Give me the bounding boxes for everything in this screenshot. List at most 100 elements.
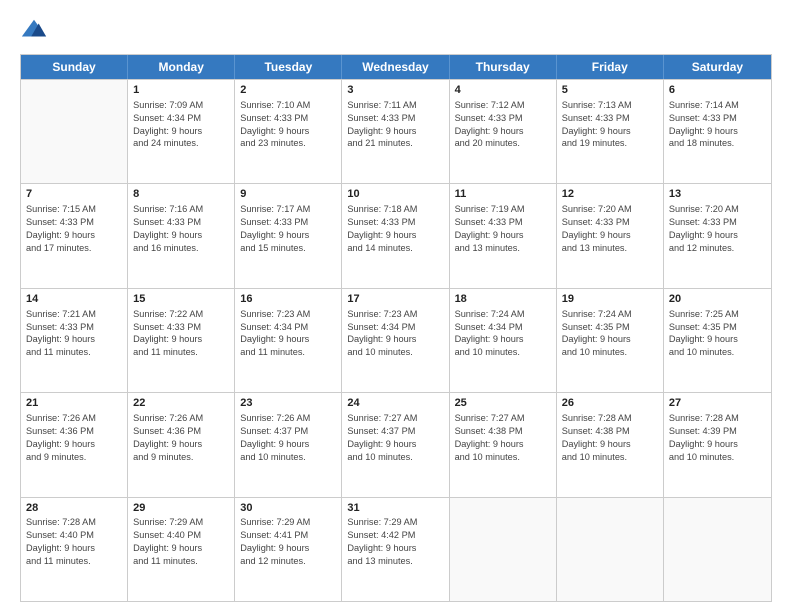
day-number: 7 [26,187,122,202]
cal-cell: 29Sunrise: 7:29 AMSunset: 4:40 PMDayligh… [128,498,235,601]
cal-cell: 2Sunrise: 7:10 AMSunset: 4:33 PMDaylight… [235,80,342,183]
logo [20,16,52,44]
day-info: Sunrise: 7:18 AMSunset: 4:33 PMDaylight:… [347,203,443,255]
cal-cell: 23Sunrise: 7:26 AMSunset: 4:37 PMDayligh… [235,393,342,496]
header [20,16,772,44]
page: SundayMondayTuesdayWednesdayThursdayFrid… [0,0,792,612]
cal-cell: 24Sunrise: 7:27 AMSunset: 4:37 PMDayligh… [342,393,449,496]
day-info: Sunrise: 7:19 AMSunset: 4:33 PMDaylight:… [455,203,551,255]
calendar: SundayMondayTuesdayWednesdayThursdayFrid… [20,54,772,602]
day-number: 17 [347,292,443,307]
day-info: Sunrise: 7:26 AMSunset: 4:37 PMDaylight:… [240,412,336,464]
day-info: Sunrise: 7:17 AMSunset: 4:33 PMDaylight:… [240,203,336,255]
day-info: Sunrise: 7:29 AMSunset: 4:40 PMDaylight:… [133,516,229,568]
day-info: Sunrise: 7:28 AMSunset: 4:38 PMDaylight:… [562,412,658,464]
day-number: 28 [26,501,122,516]
cal-cell: 19Sunrise: 7:24 AMSunset: 4:35 PMDayligh… [557,289,664,392]
cal-cell: 27Sunrise: 7:28 AMSunset: 4:39 PMDayligh… [664,393,771,496]
cal-cell: 14Sunrise: 7:21 AMSunset: 4:33 PMDayligh… [21,289,128,392]
header-cell-sunday: Sunday [21,55,128,79]
day-info: Sunrise: 7:23 AMSunset: 4:34 PMDaylight:… [347,308,443,360]
day-number: 2 [240,83,336,98]
day-number: 30 [240,501,336,516]
day-number: 16 [240,292,336,307]
day-info: Sunrise: 7:25 AMSunset: 4:35 PMDaylight:… [669,308,766,360]
cal-cell: 31Sunrise: 7:29 AMSunset: 4:42 PMDayligh… [342,498,449,601]
day-number: 5 [562,83,658,98]
day-number: 1 [133,83,229,98]
cal-cell: 5Sunrise: 7:13 AMSunset: 4:33 PMDaylight… [557,80,664,183]
week-row-4: 21Sunrise: 7:26 AMSunset: 4:36 PMDayligh… [21,392,771,496]
day-info: Sunrise: 7:21 AMSunset: 4:33 PMDaylight:… [26,308,122,360]
day-number: 14 [26,292,122,307]
cal-cell: 18Sunrise: 7:24 AMSunset: 4:34 PMDayligh… [450,289,557,392]
cal-cell [664,498,771,601]
day-number: 15 [133,292,229,307]
calendar-body: 1Sunrise: 7:09 AMSunset: 4:34 PMDaylight… [21,79,771,601]
day-info: Sunrise: 7:24 AMSunset: 4:34 PMDaylight:… [455,308,551,360]
day-info: Sunrise: 7:24 AMSunset: 4:35 PMDaylight:… [562,308,658,360]
week-row-2: 7Sunrise: 7:15 AMSunset: 4:33 PMDaylight… [21,183,771,287]
day-info: Sunrise: 7:15 AMSunset: 4:33 PMDaylight:… [26,203,122,255]
week-row-5: 28Sunrise: 7:28 AMSunset: 4:40 PMDayligh… [21,497,771,601]
week-row-3: 14Sunrise: 7:21 AMSunset: 4:33 PMDayligh… [21,288,771,392]
day-number: 24 [347,396,443,411]
day-info: Sunrise: 7:23 AMSunset: 4:34 PMDaylight:… [240,308,336,360]
cal-cell: 9Sunrise: 7:17 AMSunset: 4:33 PMDaylight… [235,184,342,287]
day-info: Sunrise: 7:26 AMSunset: 4:36 PMDaylight:… [26,412,122,464]
cal-cell: 17Sunrise: 7:23 AMSunset: 4:34 PMDayligh… [342,289,449,392]
cal-cell: 4Sunrise: 7:12 AMSunset: 4:33 PMDaylight… [450,80,557,183]
day-number: 23 [240,396,336,411]
cal-cell: 6Sunrise: 7:14 AMSunset: 4:33 PMDaylight… [664,80,771,183]
cal-cell: 12Sunrise: 7:20 AMSunset: 4:33 PMDayligh… [557,184,664,287]
cal-cell [21,80,128,183]
header-cell-monday: Monday [128,55,235,79]
day-number: 12 [562,187,658,202]
cal-cell: 30Sunrise: 7:29 AMSunset: 4:41 PMDayligh… [235,498,342,601]
day-number: 19 [562,292,658,307]
day-number: 27 [669,396,766,411]
day-info: Sunrise: 7:26 AMSunset: 4:36 PMDaylight:… [133,412,229,464]
day-number: 10 [347,187,443,202]
week-row-1: 1Sunrise: 7:09 AMSunset: 4:34 PMDaylight… [21,79,771,183]
day-number: 6 [669,83,766,98]
cal-cell: 13Sunrise: 7:20 AMSunset: 4:33 PMDayligh… [664,184,771,287]
cal-cell: 22Sunrise: 7:26 AMSunset: 4:36 PMDayligh… [128,393,235,496]
cal-cell: 10Sunrise: 7:18 AMSunset: 4:33 PMDayligh… [342,184,449,287]
day-info: Sunrise: 7:11 AMSunset: 4:33 PMDaylight:… [347,99,443,151]
logo-icon [20,16,48,44]
day-info: Sunrise: 7:28 AMSunset: 4:39 PMDaylight:… [669,412,766,464]
day-number: 31 [347,501,443,516]
header-cell-friday: Friday [557,55,664,79]
day-info: Sunrise: 7:29 AMSunset: 4:41 PMDaylight:… [240,516,336,568]
calendar-header-row: SundayMondayTuesdayWednesdayThursdayFrid… [21,55,771,79]
day-number: 3 [347,83,443,98]
day-info: Sunrise: 7:27 AMSunset: 4:38 PMDaylight:… [455,412,551,464]
cal-cell: 21Sunrise: 7:26 AMSunset: 4:36 PMDayligh… [21,393,128,496]
day-info: Sunrise: 7:13 AMSunset: 4:33 PMDaylight:… [562,99,658,151]
day-number: 18 [455,292,551,307]
day-number: 26 [562,396,658,411]
cal-cell: 1Sunrise: 7:09 AMSunset: 4:34 PMDaylight… [128,80,235,183]
day-number: 21 [26,396,122,411]
cal-cell: 7Sunrise: 7:15 AMSunset: 4:33 PMDaylight… [21,184,128,287]
day-number: 13 [669,187,766,202]
day-number: 22 [133,396,229,411]
day-number: 8 [133,187,229,202]
day-info: Sunrise: 7:16 AMSunset: 4:33 PMDaylight:… [133,203,229,255]
day-number: 4 [455,83,551,98]
cal-cell: 26Sunrise: 7:28 AMSunset: 4:38 PMDayligh… [557,393,664,496]
cal-cell [557,498,664,601]
day-number: 29 [133,501,229,516]
cal-cell: 15Sunrise: 7:22 AMSunset: 4:33 PMDayligh… [128,289,235,392]
day-info: Sunrise: 7:28 AMSunset: 4:40 PMDaylight:… [26,516,122,568]
day-number: 9 [240,187,336,202]
cal-cell [450,498,557,601]
header-cell-tuesday: Tuesday [235,55,342,79]
day-number: 11 [455,187,551,202]
day-info: Sunrise: 7:22 AMSunset: 4:33 PMDaylight:… [133,308,229,360]
cal-cell: 11Sunrise: 7:19 AMSunset: 4:33 PMDayligh… [450,184,557,287]
header-cell-wednesday: Wednesday [342,55,449,79]
day-info: Sunrise: 7:27 AMSunset: 4:37 PMDaylight:… [347,412,443,464]
cal-cell: 25Sunrise: 7:27 AMSunset: 4:38 PMDayligh… [450,393,557,496]
